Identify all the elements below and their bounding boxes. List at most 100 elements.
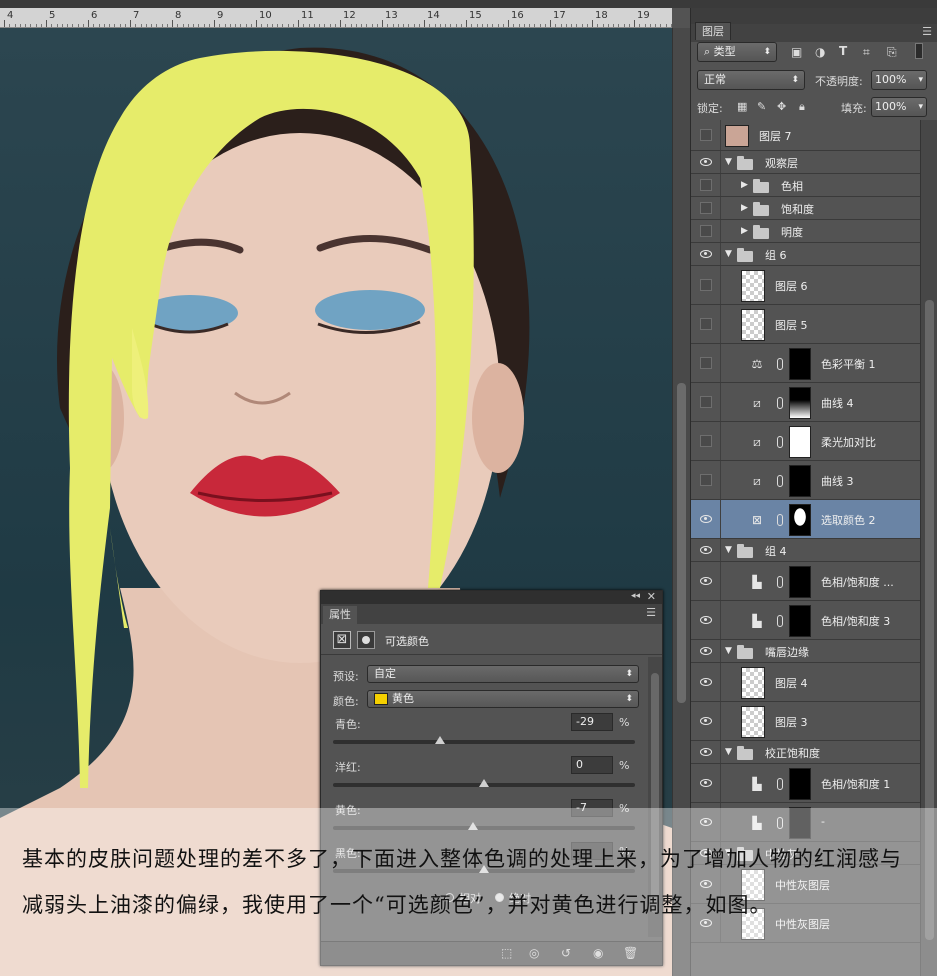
collapse-icon[interactable]: ◂◂ xyxy=(631,591,640,601)
link-icon[interactable] xyxy=(777,474,783,487)
visibility-toggle[interactable] xyxy=(691,500,721,538)
slider-value-input[interactable]: -29 xyxy=(571,713,613,731)
filter-toggle[interactable] xyxy=(915,43,923,59)
layer-row[interactable]: ⧄ 柔光加对比 xyxy=(691,422,920,461)
layer-row[interactable]: 图层 5 xyxy=(691,305,920,344)
layer-row[interactable]: 图层 6 xyxy=(691,266,920,305)
layer-row[interactable]: ⧄ 曲线 3 xyxy=(691,461,920,500)
layer-mask-thumbnail[interactable] xyxy=(789,503,811,536)
expand-right-icon[interactable]: ▶ xyxy=(741,226,748,236)
preset-select[interactable]: 自定 ⬍ xyxy=(367,665,639,683)
lock-pixels-icon[interactable]: ✎ xyxy=(757,100,766,113)
layer-mask-thumbnail[interactable] xyxy=(789,425,811,458)
panel-menu-icon[interactable]: ☰ xyxy=(646,606,656,619)
visibility-toggle[interactable] xyxy=(691,539,721,561)
layer-mask-thumbnail[interactable] xyxy=(789,767,811,800)
layer-name: 组 6 xyxy=(765,248,787,262)
layer-row[interactable]: ⧄ 曲线 4 xyxy=(691,383,920,422)
expand-right-icon[interactable]: ▶ xyxy=(741,203,748,213)
layer-mask-thumbnail[interactable] xyxy=(789,347,811,380)
layer-row[interactable]: 图层 4 xyxy=(691,663,920,702)
lock-all-icon[interactable]: 🔒︎ xyxy=(799,100,805,114)
lock-position-icon[interactable]: ✥ xyxy=(777,100,786,113)
visibility-toggle[interactable] xyxy=(691,151,721,173)
expand-right-icon[interactable]: ▶ xyxy=(741,180,748,190)
color-select[interactable]: 黄色 ⬍ xyxy=(367,690,639,708)
image-filter-icon[interactable]: ▣ xyxy=(791,45,802,59)
layer-row[interactable]: ▶ 明度 xyxy=(691,220,920,243)
visibility-toggle[interactable] xyxy=(691,422,721,460)
layer-mask-thumbnail[interactable] xyxy=(789,386,811,419)
adjustment-filter-icon[interactable]: ◑ xyxy=(815,45,825,59)
layer-mask-thumbnail[interactable] xyxy=(789,565,811,598)
mask-icon[interactable] xyxy=(357,631,375,649)
visibility-toggle[interactable] xyxy=(691,702,721,740)
layer-row[interactable]: ⚖ 色彩平衡 1 xyxy=(691,344,920,383)
layer-mask-thumbnail[interactable] xyxy=(789,604,811,637)
layer-mask-thumbnail[interactable] xyxy=(789,464,811,497)
link-icon[interactable] xyxy=(777,396,783,409)
layer-row[interactable]: ▼ 观察层 xyxy=(691,151,920,174)
layer-row[interactable]: ▙ 色相/饱和度 3 xyxy=(691,601,920,640)
link-icon[interactable] xyxy=(777,777,783,790)
smart-filter-icon[interactable]: ⎘ xyxy=(887,45,897,60)
layer-row[interactable]: ▼ 组 6 xyxy=(691,243,920,266)
visibility-toggle[interactable] xyxy=(691,383,721,421)
visibility-toggle[interactable] xyxy=(691,461,721,499)
visibility-toggle[interactable] xyxy=(691,562,721,600)
link-icon[interactable] xyxy=(777,435,783,448)
visibility-toggle[interactable] xyxy=(691,764,721,802)
slider-value-input[interactable]: 0 xyxy=(571,756,613,774)
visibility-toggle[interactable] xyxy=(691,741,721,763)
expand-down-icon[interactable]: ▼ xyxy=(725,157,732,167)
visibility-toggle[interactable] xyxy=(691,663,721,701)
panel-menu-icon[interactable]: ☰ xyxy=(922,25,932,38)
visibility-toggle[interactable] xyxy=(691,266,721,304)
text-filter-icon[interactable]: T xyxy=(839,44,847,58)
layer-row[interactable]: ▶ 饱和度 xyxy=(691,197,920,220)
expand-down-icon[interactable]: ▼ xyxy=(725,747,732,757)
link-icon[interactable] xyxy=(777,357,783,370)
slider-handle[interactable] xyxy=(435,736,446,744)
visibility-toggle[interactable] xyxy=(691,305,721,343)
opacity-input[interactable]: 100% ▾ xyxy=(871,70,927,90)
slider-track[interactable] xyxy=(333,740,635,744)
link-icon[interactable] xyxy=(777,575,783,588)
layer-row[interactable]: ▙ 色相/饱和度 1 xyxy=(691,764,920,803)
expand-down-icon[interactable]: ▼ xyxy=(725,545,732,555)
visibility-toggle[interactable] xyxy=(691,601,721,639)
expand-down-icon[interactable]: ▼ xyxy=(725,646,732,656)
visibility-toggle[interactable] xyxy=(691,243,721,265)
link-icon[interactable] xyxy=(777,614,783,627)
layer-row[interactable]: ▼ 组 4 xyxy=(691,539,920,562)
layer-row[interactable]: 图层 7 xyxy=(691,120,920,151)
close-icon[interactable]: ✕ xyxy=(647,590,656,603)
filter-kind-select[interactable]: ⌕ 类型 ⬍ xyxy=(697,42,777,62)
tab-properties[interactable]: 属性 xyxy=(323,606,357,624)
properties-titlebar[interactable]: ◂◂ ✕ xyxy=(321,590,662,604)
visibility-toggle[interactable] xyxy=(691,640,721,662)
expand-down-icon[interactable]: ▼ xyxy=(725,249,732,259)
layer-row[interactable]: ▶ 色相 xyxy=(691,174,920,197)
ruler-minor-tick xyxy=(345,24,347,27)
layer-row[interactable]: ▼ 校正饱和度 xyxy=(691,741,920,764)
visibility-toggle[interactable] xyxy=(691,120,721,150)
fill-input[interactable]: 100% ▾ xyxy=(871,97,927,117)
slider-handle[interactable] xyxy=(479,779,489,787)
visibility-toggle[interactable] xyxy=(691,220,721,242)
visibility-toggle[interactable] xyxy=(691,344,721,382)
visibility-toggle[interactable] xyxy=(691,197,721,219)
ruler-minor-tick xyxy=(539,24,541,27)
layer-row[interactable]: ▼ 嘴唇边缘 xyxy=(691,640,920,663)
selective-color-icon[interactable]: ⊠ xyxy=(333,631,351,649)
layer-row[interactable]: ⊠ 选取颜色 2 xyxy=(691,500,920,539)
lock-transparent-icon[interactable]: ▦ xyxy=(737,100,747,113)
blend-mode-select[interactable]: 正常 ⬍ xyxy=(697,70,805,90)
link-icon[interactable] xyxy=(777,513,783,526)
visibility-toggle[interactable] xyxy=(691,174,721,196)
layer-row[interactable]: 图层 3 xyxy=(691,702,920,741)
tab-layers[interactable]: 图层 xyxy=(695,22,731,40)
layer-row[interactable]: ▙ 色相/饱和度 ... xyxy=(691,562,920,601)
shape-filter-icon[interactable]: ⌗ xyxy=(863,45,870,60)
ruler-minor-tick xyxy=(324,24,326,27)
